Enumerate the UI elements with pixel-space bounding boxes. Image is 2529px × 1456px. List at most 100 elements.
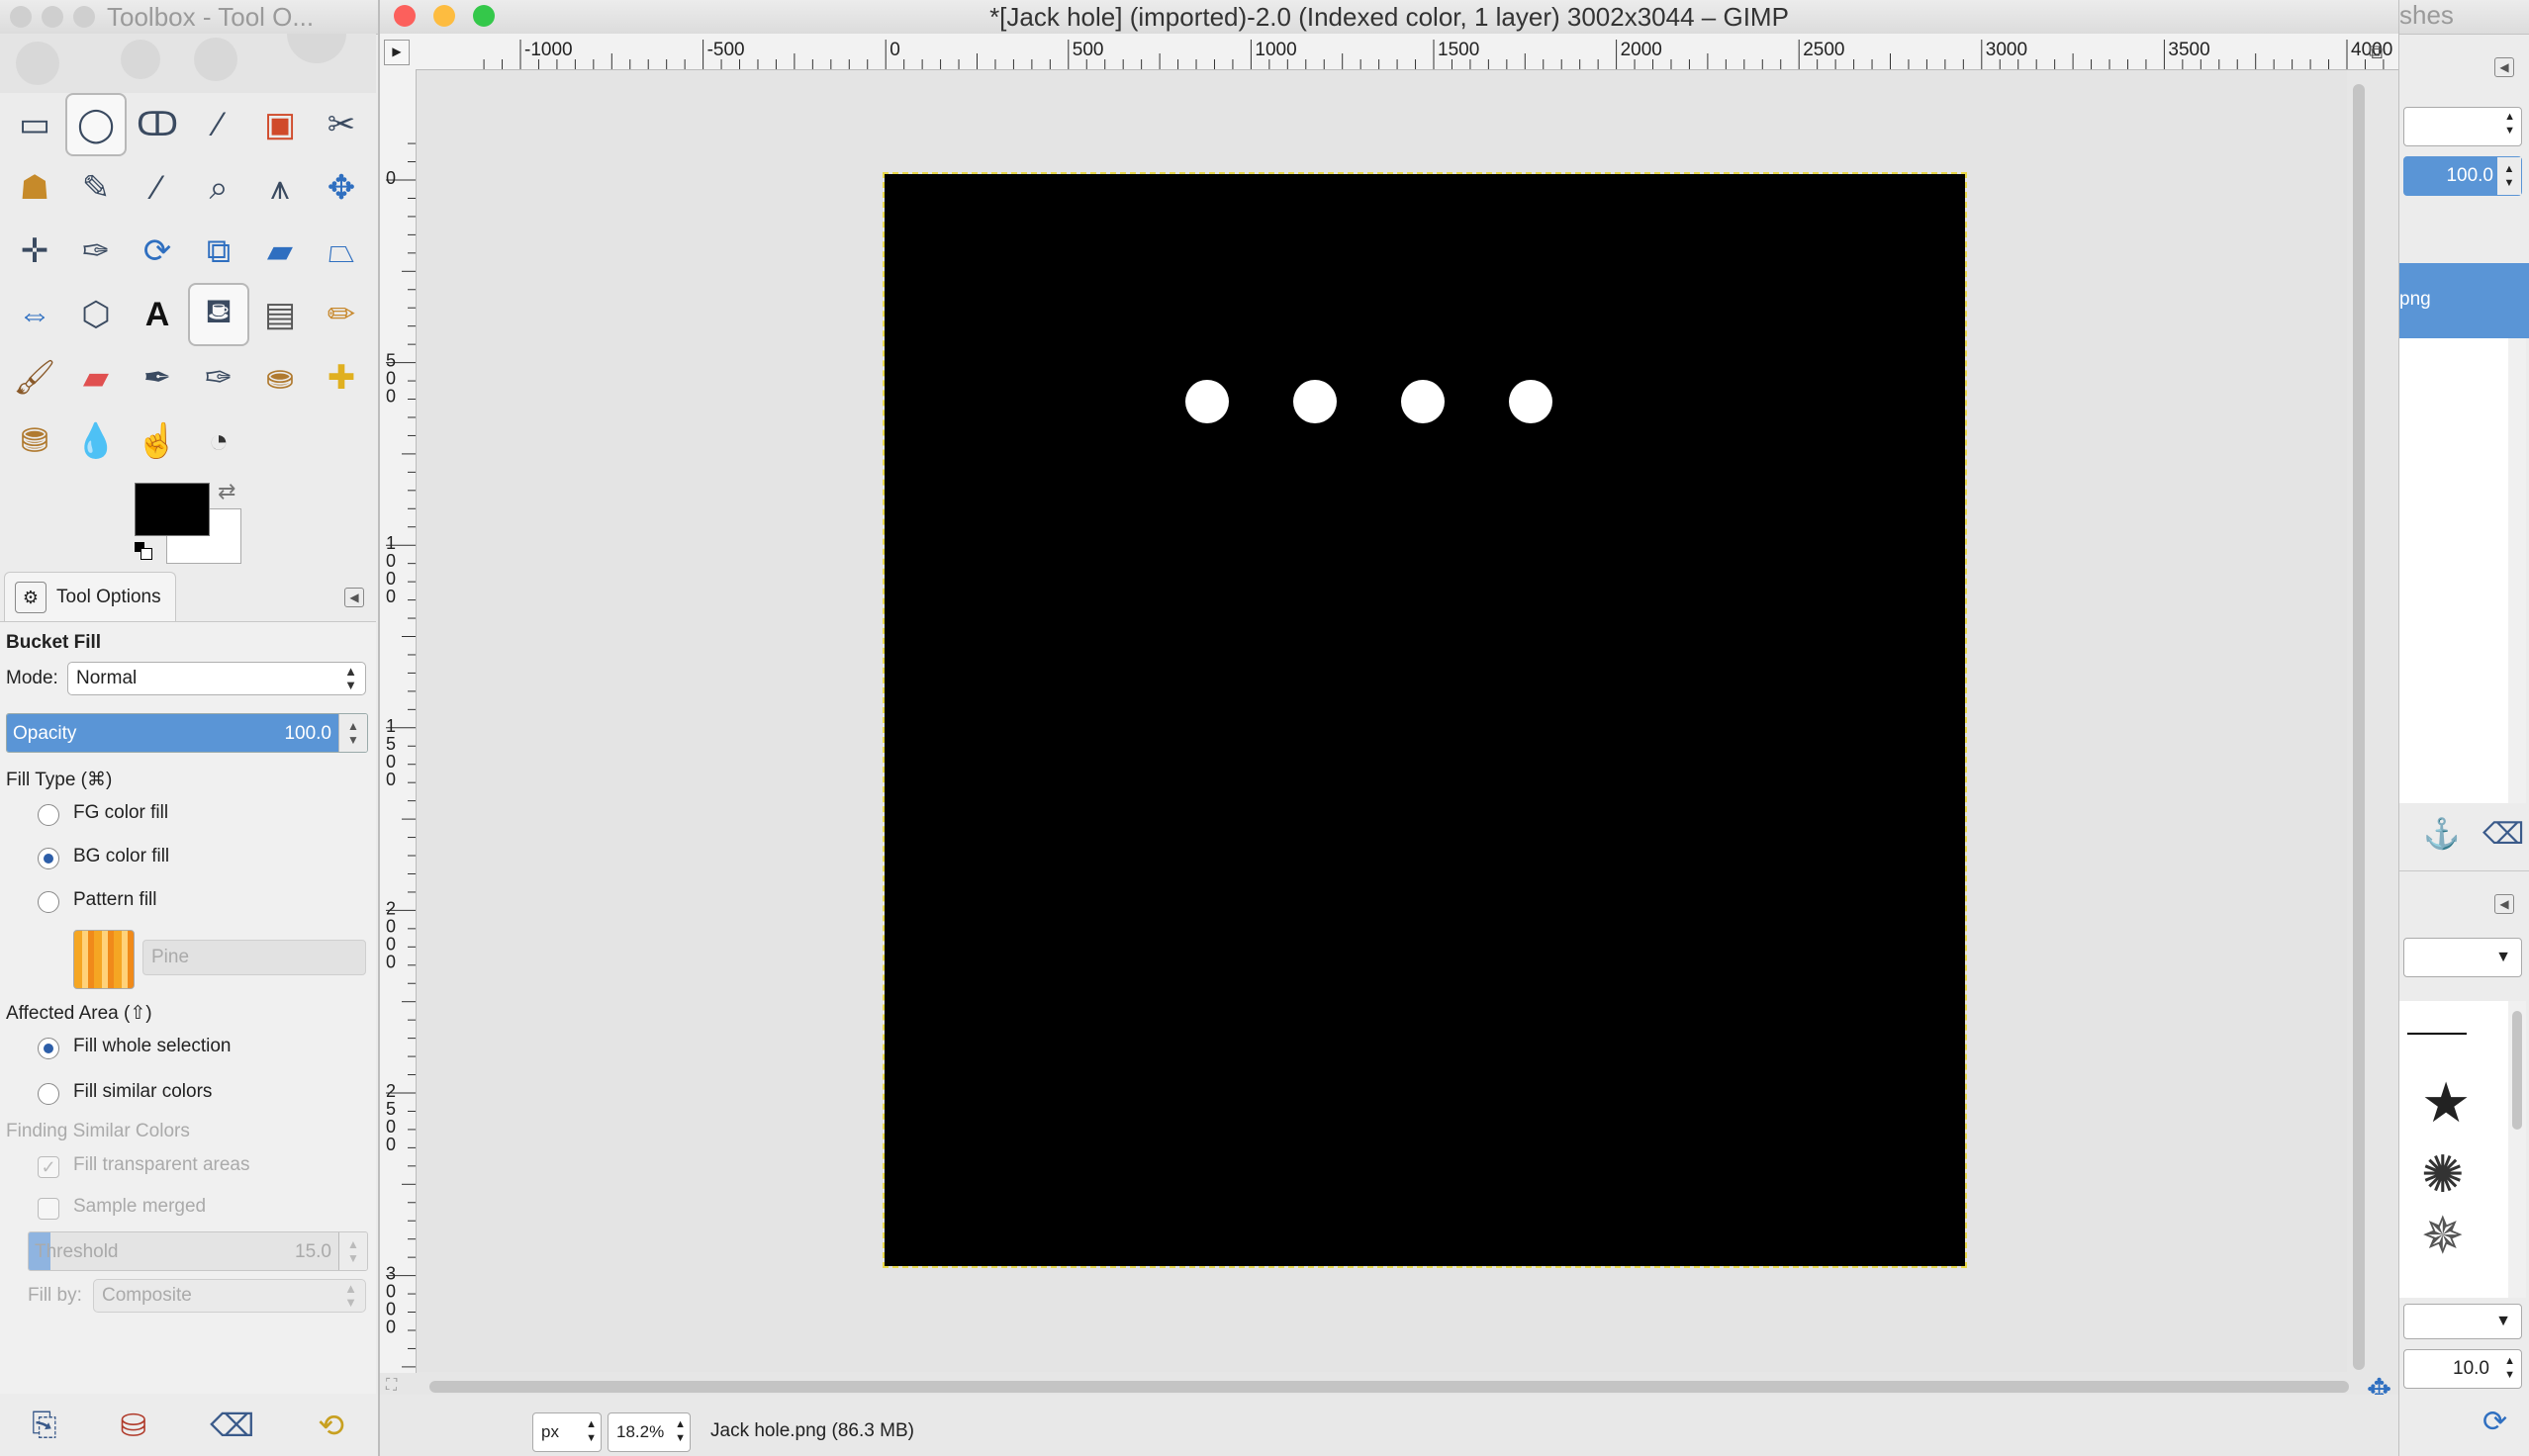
save-options-icon[interactable]: ⎘ [32,1407,57,1444]
brush-grunge-icon[interactable]: ✵ [2421,1207,2465,1266]
align-icon[interactable]: ✛ [4,220,65,283]
select-by-color-icon[interactable]: ▣ [249,93,311,156]
zoom-select[interactable]: 18.2% ▲ ▼ [608,1412,691,1452]
scale-icon[interactable]: ⧉ [188,220,249,283]
rect-select-icon[interactable]: ▭ [4,93,65,156]
bg-color-fill-label[interactable]: BG color fill [73,846,169,867]
dodge-burn-icon[interactable]: ◔ [188,410,249,473]
paintbrush-icon[interactable]: 🖌 [4,346,65,410]
refresh-brushes-icon[interactable]: ⟳ [2482,1405,2507,1439]
eraser-icon[interactable]: ▰ [65,346,127,410]
reset-options-icon[interactable]: ⟲ [318,1407,344,1444]
delete-options-icon[interactable]: ⌫ [210,1407,254,1444]
horizontal-ruler[interactable]: -1000 -500 0 500 1000 1500 2000 2500 3000 3500 400… [380,34,2398,70]
cage-transform-icon[interactable]: ⬡ [65,283,127,346]
brush-spacing-field[interactable]: 10.0 ▲ ▼ [2403,1349,2522,1389]
opacity-stepper[interactable]: ▲ ▼ [338,714,367,752]
threshold-slider[interactable]: Threshold 15.0 ▲ ▼ [28,1231,368,1271]
pattern-preview-button[interactable] [73,930,135,989]
brush-scrollbar[interactable] [2508,1001,2526,1298]
crop-icon[interactable]: ✑ [65,220,127,283]
foreground-select-icon[interactable]: ☗ [4,156,65,220]
delete-layer-icon[interactable]: ⌫ [2482,817,2524,852]
checkbox-fill-transparent[interactable]: ✓ [38,1156,59,1178]
perspective-clone-icon[interactable]: ⛃ [4,410,65,473]
clone-icon[interactable]: ⛂ [249,346,311,410]
ruler-label: 2 [386,898,396,918]
panel-menu-icon[interactable]: ◀ [2494,57,2514,77]
tab-tool-options[interactable]: ⚙ Tool Options [4,572,176,622]
horizontal-scrollbar[interactable] [423,1377,2349,1395]
shear-icon[interactable]: ▰ [249,220,311,283]
zoom-icon[interactable]: ⌕ [188,156,249,220]
blur-sharpen-icon[interactable]: 💧 [65,410,127,473]
reset-colors-icon[interactable] [135,542,152,560]
pointer-navigation-icon[interactable]: ⛶ [386,1377,397,1395]
move-icon[interactable]: ✥ [311,156,372,220]
threshold-stepper[interactable]: ▲ ▼ [338,1232,367,1270]
blend-icon[interactable]: ▤ [249,283,311,346]
vertical-ruler[interactable]: 050010001500200025003000 [380,69,417,1373]
mode-select[interactable]: Normal ▲ ▼ [67,662,366,695]
airbrush-icon[interactable]: ✒ [127,346,188,410]
wilber-drop-area[interactable] [0,34,376,93]
panel-menu-icon[interactable]: ◀ [344,588,364,607]
zoom-button[interactable] [73,6,95,28]
pattern-fill-label[interactable]: Pattern fill [73,889,156,911]
panel-menu-icon[interactable]: ◀ [2494,894,2514,914]
brush-line-icon[interactable] [2407,1033,2467,1035]
close-button[interactable] [10,6,32,28]
unit-select[interactable]: px ▲ ▼ [532,1412,602,1452]
measure-icon[interactable]: ⩚ [249,156,311,220]
layer-mode-select[interactable]: ▲ ▼ [2403,107,2522,146]
ink-icon[interactable]: ✑ [188,346,249,410]
fill-similar-colors-label[interactable]: Fill similar colors [73,1081,212,1103]
brush-list[interactable]: ★ ✺ ✵ [2399,1001,2508,1298]
image-window-title: *[Jack hole] (imported)-2.0 (Indexed col… [989,2,1789,32]
anchor-layer-icon[interactable]: ⚓ [2423,817,2460,852]
canvas-area[interactable] [417,70,2347,1372]
zoom-image-icon[interactable]: ⧉ [2369,42,2383,64]
quick-mask-toggle-icon[interactable]: ▶ [384,40,410,65]
minimize-button[interactable] [42,6,63,28]
foreground-color-swatch-top[interactable] [135,483,210,536]
stepper-icon[interactable]: ▲ ▼ [2497,157,2521,195]
opacity-slider[interactable]: Opacity 100.0 ▲ ▼ [6,713,368,753]
fuzzy-select-icon[interactable]: ⁄ [188,93,249,156]
swap-colors-icon[interactable]: ⇄ [218,479,235,504]
layer-row-selected[interactable]: png [2399,263,2529,338]
fg-color-fill-label[interactable]: FG color fill [73,802,168,824]
layer-list[interactable] [2399,338,2508,803]
radio-fill-similar-colors[interactable] [38,1083,59,1105]
checkbox-sample-merged[interactable] [38,1198,59,1220]
radio-bg-color-fill[interactable] [38,848,59,869]
radio-fg-color-fill[interactable] [38,804,59,826]
layer-opacity-slider[interactable]: 100.0 ▲ ▼ [2403,156,2522,196]
image-canvas[interactable] [883,172,1967,1268]
brush-preset-select[interactable]: ▼ [2403,1304,2522,1339]
bucket-fill-icon[interactable]: ⛾ [188,283,249,346]
vertical-scrollbar[interactable] [2349,74,2367,1370]
radio-fill-whole-selection[interactable] [38,1038,59,1059]
ellipse-select-icon[interactable]: ◯ [65,93,127,156]
color-picker-icon[interactable]: ⁄ [127,156,188,220]
radio-pattern-fill[interactable] [38,891,59,913]
scissors-icon[interactable]: ✂ [311,93,372,156]
brush-star-icon[interactable]: ★ [2421,1070,2471,1136]
fill-whole-selection-label[interactable]: Fill whole selection [73,1036,231,1057]
paths-icon[interactable]: ✎ [65,156,127,220]
rotate-icon[interactable]: ⟳ [127,220,188,283]
free-select-icon[interactable]: ↀ [127,93,188,156]
smudge-icon[interactable]: ☝ [127,410,188,473]
brush-splatter-icon[interactable]: ✺ [2421,1145,2465,1205]
layer-scrollbar[interactable] [2508,338,2526,803]
pattern-name-field[interactable]: Pine [142,940,366,975]
fill-by-select[interactable]: Composite ▲ ▼ [93,1279,366,1313]
brush-filter-select[interactable]: ▼ [2403,938,2522,977]
text-icon[interactable]: A [127,283,188,346]
pencil-icon[interactable]: ✏ [311,283,372,346]
restore-options-icon[interactable]: ⛁ [120,1407,146,1444]
heal-icon[interactable]: ✚ [311,346,372,410]
perspective-icon[interactable]: ⏢ [311,220,372,283]
flip-icon[interactable]: ⇔ [4,283,65,346]
